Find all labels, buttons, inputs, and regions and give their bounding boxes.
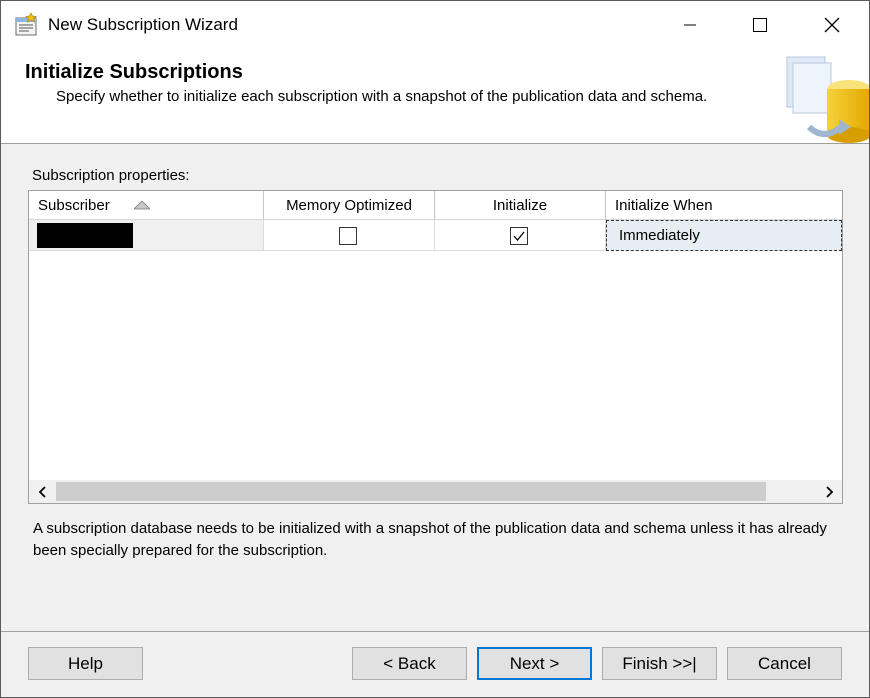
column-header-initialize[interactable]: Initialize [435, 191, 606, 220]
page-header: Initialize Subscriptions Specify whether… [1, 49, 869, 144]
window-title: New Subscription Wizard [48, 15, 238, 34]
page-subtitle: Specify whether to initialize each subsc… [56, 88, 708, 105]
table-row[interactable]: Immediately [29, 220, 842, 251]
wizard-window: New Subscription Wizard Initialize Subsc… [0, 0, 870, 698]
initialize-checkbox[interactable] [510, 227, 528, 245]
minimize-button[interactable] [655, 1, 725, 49]
database-wizard-icon [786, 56, 869, 143]
next-button[interactable]: Next > [477, 647, 592, 680]
subscription-properties-grid[interactable]: Subscriber Memory Optimized Initialize I… [28, 190, 843, 504]
wizard-app-icon [15, 12, 37, 36]
scrollbar-thumb[interactable] [56, 482, 766, 501]
sort-ascending-icon [134, 201, 150, 210]
maximize-icon [753, 18, 767, 32]
chevron-left-icon [38, 485, 46, 498]
column-header-initialize-when[interactable]: Initialize When [606, 191, 842, 220]
initialize-when-cell[interactable]: Immediately [606, 220, 842, 251]
minimize-icon [684, 24, 696, 26]
maximize-button[interactable] [725, 1, 795, 49]
back-button[interactable]: < Back [352, 647, 467, 680]
horizontal-scrollbar[interactable] [29, 480, 842, 503]
footer-divider [1, 631, 869, 632]
scroll-right-button[interactable] [817, 480, 842, 503]
column-header-subscriber[interactable]: Subscriber [29, 191, 264, 220]
redacted-subscriber-name [37, 223, 133, 248]
cancel-button[interactable]: Cancel [727, 647, 842, 680]
subscriber-cell[interactable] [29, 220, 264, 251]
scroll-left-button[interactable] [29, 480, 54, 503]
help-button[interactable]: Help [28, 647, 143, 680]
column-header-memory-optimized[interactable]: Memory Optimized [264, 191, 435, 220]
info-text: A subscription database needs to be init… [33, 520, 827, 559]
initialize-cell [435, 220, 606, 251]
grid-header: Subscriber Memory Optimized Initialize I… [29, 191, 842, 220]
subscription-properties-label: Subscription properties: [32, 167, 190, 184]
column-header-subscriber-label: Subscriber [38, 197, 110, 214]
title-bar: New Subscription Wizard [1, 1, 869, 49]
close-button[interactable] [797, 1, 867, 49]
finish-button[interactable]: Finish >>| [602, 647, 717, 680]
memory-optimized-checkbox[interactable] [339, 227, 357, 245]
checkmark-icon [513, 231, 525, 242]
page-title: Initialize Subscriptions [25, 61, 243, 83]
chevron-right-icon [825, 485, 833, 498]
memory-optimized-cell [264, 220, 435, 251]
close-icon [824, 17, 840, 33]
